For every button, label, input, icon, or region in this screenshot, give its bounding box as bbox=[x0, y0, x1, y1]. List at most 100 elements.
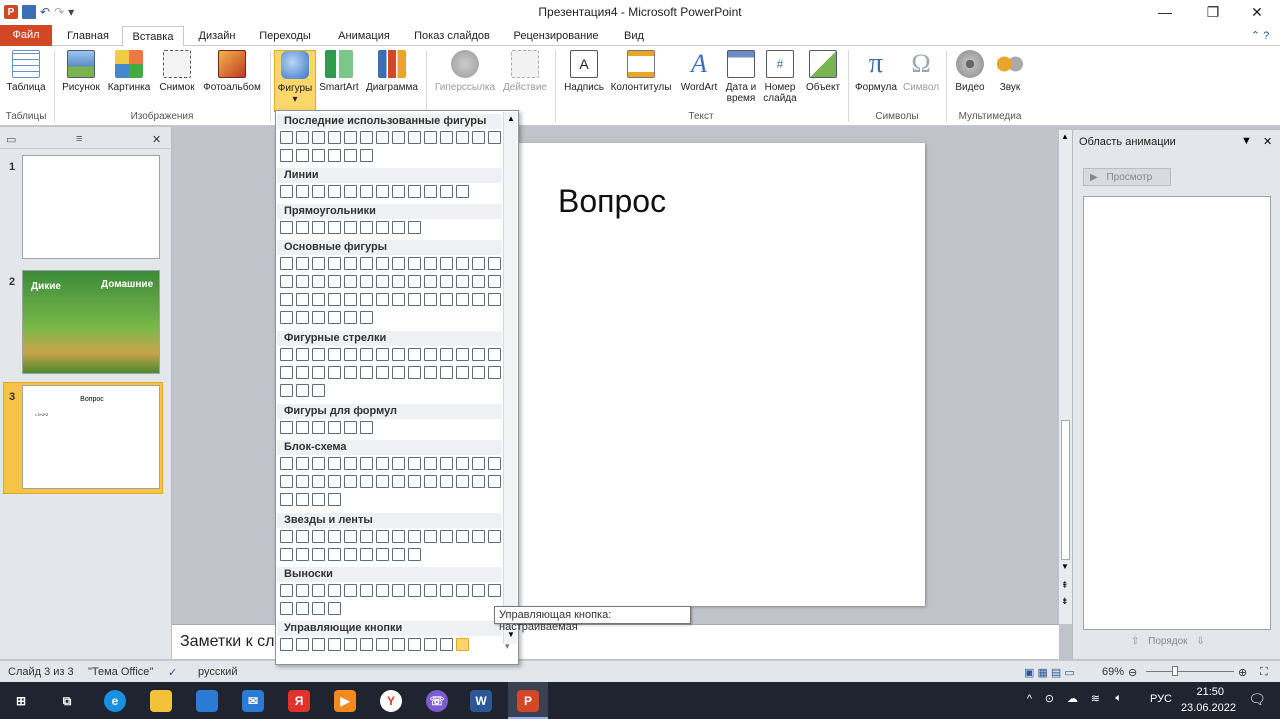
input-language[interactable]: РУС bbox=[1150, 693, 1172, 705]
picture-button[interactable]: Рисунок bbox=[58, 50, 104, 110]
photo-album-button[interactable]: Фотоальбом bbox=[199, 50, 265, 110]
clock-time[interactable]: 21:50 bbox=[1196, 686, 1224, 698]
chart-button[interactable]: Диаграмма bbox=[362, 50, 422, 110]
restore-button[interactable]: ❐ bbox=[1190, 0, 1236, 24]
zoom-out-icon[interactable]: ⊖ bbox=[1128, 666, 1137, 679]
scroll-up-icon[interactable]: ▲ bbox=[1061, 132, 1069, 141]
volume-icon[interactable]: 🔈︎ bbox=[1115, 692, 1122, 705]
edge-browser-icon[interactable]: e bbox=[104, 690, 126, 712]
animation-list[interactable] bbox=[1083, 196, 1271, 630]
equation-button[interactable]: π Формула bbox=[852, 50, 900, 110]
tab-home[interactable]: Главная bbox=[60, 26, 116, 46]
smartart-button[interactable]: SmartArt bbox=[317, 50, 361, 110]
onedrive-icon[interactable]: ☁ bbox=[1067, 692, 1078, 705]
move-down-icon[interactable]: ⇩ bbox=[1196, 636, 1204, 647]
action-sound-icon[interactable] bbox=[424, 638, 437, 651]
clipart-button[interactable]: Картинка bbox=[104, 50, 154, 110]
slide-vertical-scrollbar[interactable]: ▲ ▼ ⇞ ⇟ bbox=[1059, 130, 1072, 624]
media-player-icon[interactable]: ▶ bbox=[334, 690, 356, 712]
mail-icon[interactable]: ✉ bbox=[242, 690, 264, 712]
tray-expand-icon[interactable]: ^ bbox=[1027, 693, 1032, 705]
date-time-button[interactable]: Дата и время bbox=[722, 50, 760, 110]
minimize-button[interactable]: — bbox=[1142, 0, 1188, 24]
action-forward-icon[interactable] bbox=[296, 638, 309, 651]
slide-thumbnail-2[interactable]: Дикие Домашние bbox=[22, 270, 160, 374]
help-icon[interactable]: ⌃ ? bbox=[1240, 26, 1280, 46]
scroll-down-icon[interactable]: ▼ bbox=[1061, 562, 1069, 571]
zoom-slider-thumb[interactable] bbox=[1172, 666, 1178, 676]
zoom-in-icon[interactable]: ⊕ bbox=[1238, 666, 1247, 679]
zoom-level[interactable]: 69% bbox=[1102, 666, 1124, 678]
wordart-button[interactable]: A WordArt bbox=[676, 50, 722, 110]
file-explorer-icon[interactable] bbox=[150, 690, 172, 712]
view-buttons-icon[interactable]: ▣ ▦ ▤ ▭ bbox=[1024, 666, 1075, 679]
slides-tab-icon[interactable]: ▭ bbox=[6, 133, 16, 146]
gallery-scrollbar[interactable]: ▲ ▼ bbox=[503, 112, 517, 644]
theme-name[interactable]: "Тема Office" bbox=[88, 666, 153, 678]
tab-insert[interactable]: Вставка bbox=[122, 26, 184, 47]
word-icon[interactable]: W bbox=[470, 690, 492, 712]
action-button[interactable]: Действие bbox=[500, 50, 550, 110]
task-view-icon[interactable]: ⧉ bbox=[56, 690, 78, 712]
tab-slideshow[interactable]: Показ слайдов bbox=[408, 26, 496, 46]
outline-tab-icon[interactable]: ≡ bbox=[76, 133, 82, 145]
powerpoint-taskbar-active[interactable]: P bbox=[508, 682, 548, 719]
next-slide-icon[interactable]: ⇟ bbox=[1061, 596, 1069, 607]
tab-file[interactable]: Файл bbox=[0, 25, 52, 46]
object-button[interactable]: Объект bbox=[801, 50, 845, 110]
store-icon[interactable] bbox=[196, 690, 218, 712]
gallery-scroll-up-icon[interactable]: ▲ bbox=[507, 114, 515, 123]
action-end-icon[interactable] bbox=[328, 638, 341, 651]
pane-options-icon[interactable]: ▼ bbox=[1241, 135, 1252, 147]
preview-button[interactable]: ▶ Просмотр bbox=[1083, 168, 1171, 186]
audio-button[interactable]: Звук bbox=[990, 50, 1030, 110]
slide-title[interactable]: Вопрос bbox=[558, 183, 666, 220]
action-back-icon[interactable] bbox=[280, 638, 293, 651]
action-return-icon[interactable] bbox=[376, 638, 389, 651]
viber-icon[interactable]: ☏ bbox=[426, 690, 448, 712]
tab-design[interactable]: Дизайн bbox=[190, 26, 244, 46]
language[interactable]: русский bbox=[198, 666, 237, 678]
spellcheck-icon[interactable]: ✓ bbox=[168, 666, 177, 679]
action-beginning-icon[interactable] bbox=[312, 638, 325, 651]
action-help-icon[interactable] bbox=[440, 638, 453, 651]
tab-transitions[interactable]: Переходы bbox=[252, 26, 318, 46]
hyperlink-button[interactable]: Гиперссылка bbox=[430, 50, 500, 110]
shapes-button[interactable]: Фигуры ▾ bbox=[274, 50, 316, 112]
fit-to-window-icon[interactable]: ⛶ bbox=[1260, 666, 1268, 679]
slide-count: Слайд 3 из 3 bbox=[8, 666, 74, 678]
action-custom-icon[interactable] bbox=[456, 638, 469, 651]
action-information-icon[interactable] bbox=[360, 638, 373, 651]
slide-thumbnail-3[interactable]: Вопрос • 2+2*2 bbox=[22, 385, 160, 489]
header-footer-button[interactable]: Колонтитулы bbox=[608, 50, 674, 110]
close-pane-icon[interactable]: ✕ bbox=[1263, 135, 1272, 148]
symbol-button[interactable]: Ω Символ bbox=[900, 50, 942, 110]
screenshot-button[interactable]: Снимок bbox=[155, 50, 199, 110]
slide-canvas[interactable]: Вопрос bbox=[510, 143, 925, 606]
tab-animation[interactable]: Анимация bbox=[328, 26, 400, 46]
prev-slide-icon[interactable]: ⇞ bbox=[1061, 580, 1069, 591]
table-button[interactable]: Таблица bbox=[3, 50, 49, 110]
tab-view[interactable]: Вид bbox=[614, 26, 654, 46]
clock-date[interactable]: 23.06.2022 bbox=[1181, 702, 1236, 714]
close-panel-icon[interactable]: ✕ bbox=[152, 133, 161, 146]
slide-number-button[interactable]: # Номер слайда bbox=[760, 50, 800, 110]
zoom-slider[interactable] bbox=[1146, 671, 1234, 672]
action-home-icon[interactable] bbox=[344, 638, 357, 651]
tab-review[interactable]: Рецензирование bbox=[506, 26, 606, 46]
yandex-browser-icon[interactable]: Y bbox=[380, 690, 402, 712]
close-button[interactable]: ✕ bbox=[1234, 0, 1280, 24]
windows-start-icon[interactable]: ⊞ bbox=[10, 690, 32, 712]
textbox-button[interactable]: A Надпись bbox=[560, 50, 608, 110]
yandex-icon[interactable]: Я bbox=[288, 690, 310, 712]
network-icon[interactable]: ≋ bbox=[1091, 692, 1100, 705]
slide-thumbnail-1[interactable] bbox=[22, 155, 160, 259]
action-document-icon[interactable] bbox=[408, 638, 421, 651]
gallery-more-icon[interactable]: ▾ bbox=[505, 641, 510, 652]
video-button[interactable]: Видео bbox=[950, 50, 990, 110]
notifications-icon[interactable]: 🗨︎ bbox=[1248, 691, 1266, 708]
move-up-icon[interactable]: ⇧ bbox=[1131, 636, 1139, 647]
scroll-thumb[interactable] bbox=[1061, 420, 1070, 560]
action-movie-icon[interactable] bbox=[392, 638, 405, 651]
tray-app-icon[interactable]: ⊙ bbox=[1045, 692, 1054, 705]
